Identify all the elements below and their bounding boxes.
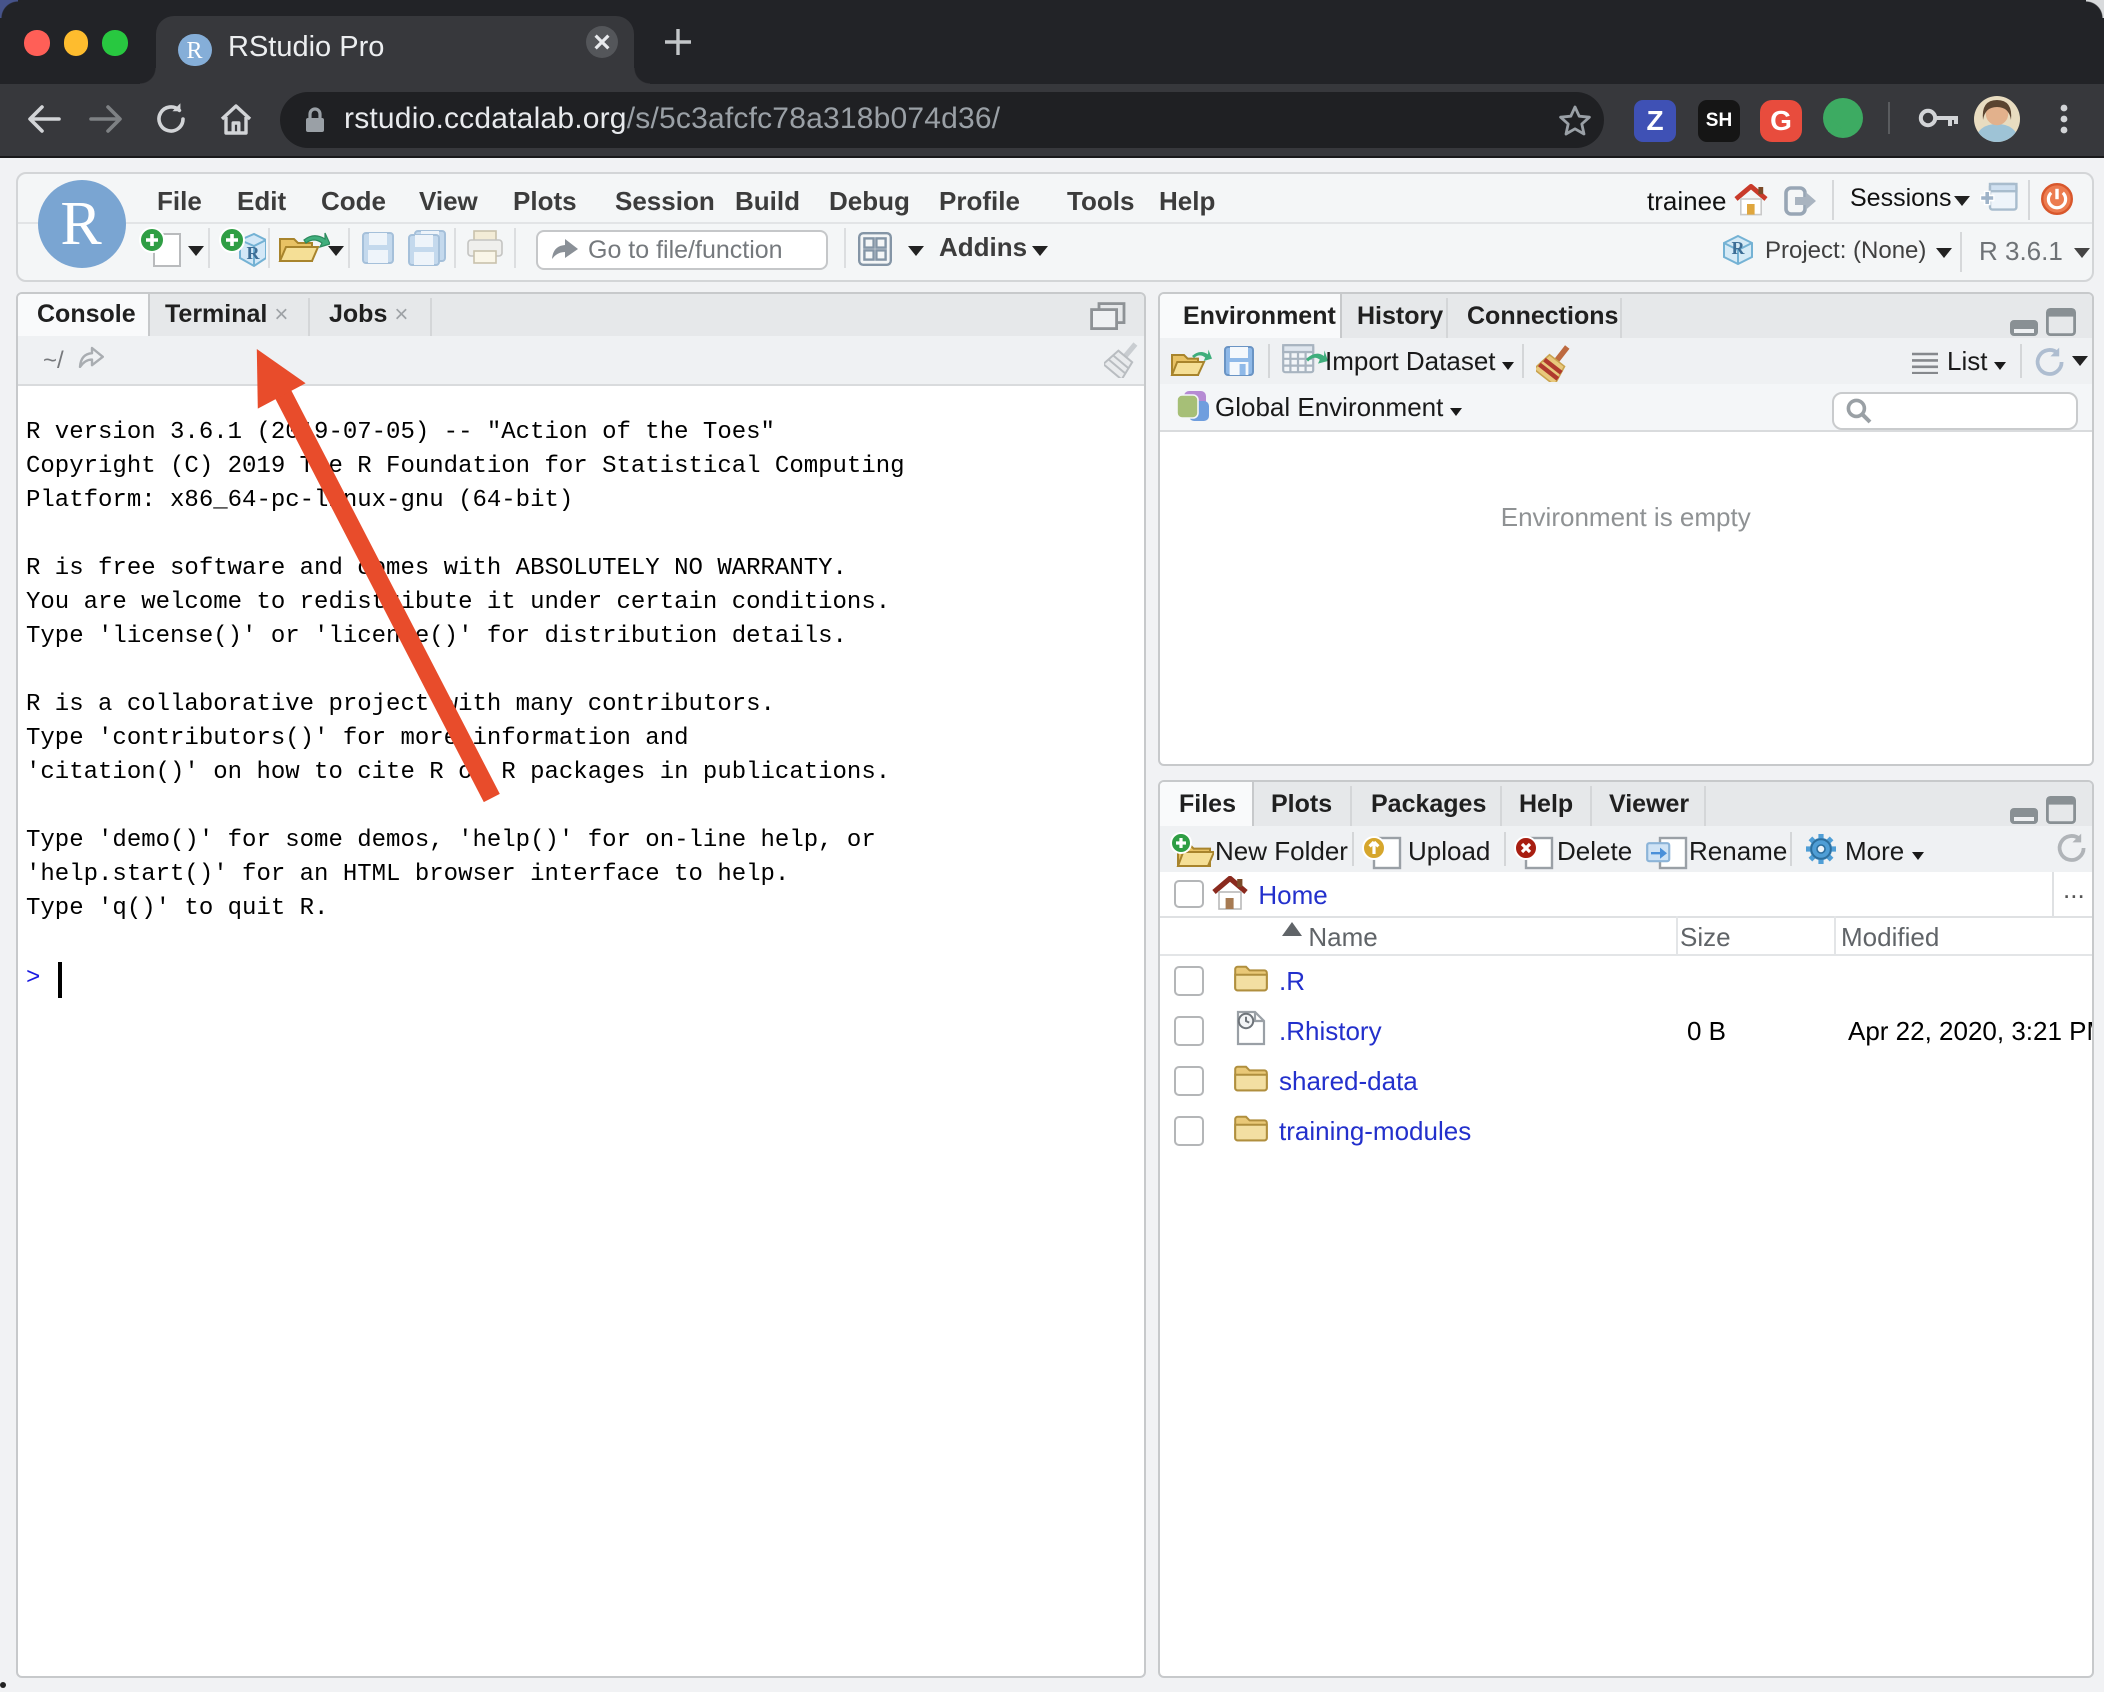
svg-text:R: R xyxy=(1731,237,1745,257)
svg-text:R: R xyxy=(246,242,260,262)
